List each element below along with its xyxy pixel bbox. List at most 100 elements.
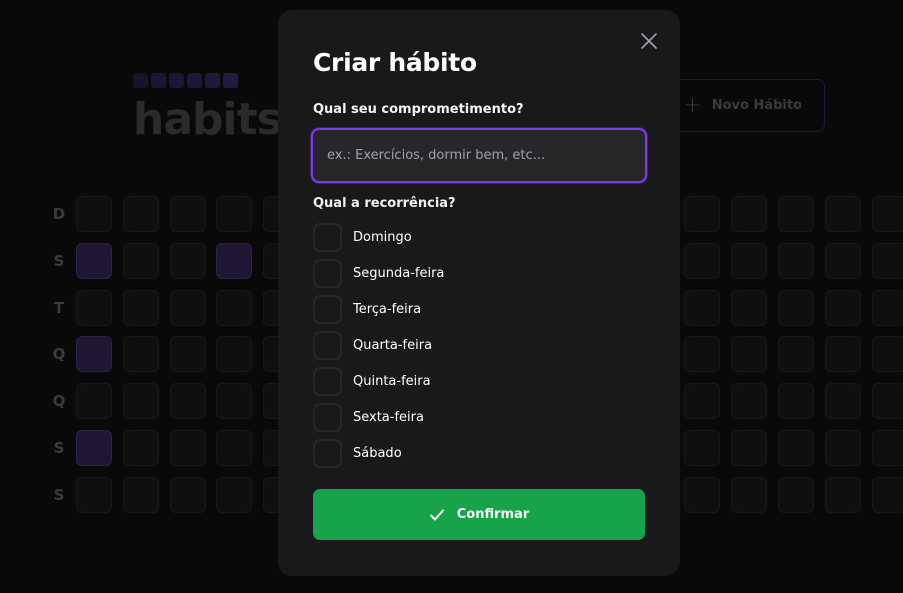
habit-day-cell[interactable] [824,242,861,279]
habit-day-cell[interactable] [871,383,903,420]
day-checkbox[interactable] [313,367,342,396]
new-habit-button[interactable]: + Novo Hábito [668,79,825,132]
day-option[interactable]: Quinta-feira [313,367,444,396]
weekday-label: Q [52,392,66,411]
day-option[interactable]: Sábado [313,439,444,468]
recurrence-label: Qual a recorrência? [313,196,456,211]
habit-day-cell[interactable] [824,336,861,373]
habit-day-cell[interactable] [216,430,253,466]
habit-day-cell[interactable] [169,289,206,326]
habit-day-cell[interactable] [731,196,768,232]
habit-day-cell[interactable] [824,196,861,232]
weekday-label: S [53,485,65,504]
day-option[interactable]: Sexta-feira [313,403,444,432]
habit-day-cell[interactable] [731,430,768,466]
habit-day-cell[interactable] [778,289,814,326]
habit-day-cell[interactable] [871,196,903,232]
day-checkbox[interactable] [313,439,342,468]
habit-day-cell[interactable] [684,383,721,420]
habit-day-cell[interactable] [778,196,814,232]
habit-day-cell[interactable] [731,289,768,326]
habit-day-cell[interactable] [216,476,253,513]
day-checkbox[interactable] [313,259,342,288]
day-label: Segunda-feira [353,266,445,281]
habit-day-cell[interactable] [731,383,768,420]
habit-day-cell[interactable] [731,476,768,513]
habit-day-cell[interactable] [122,383,159,420]
habit-day-cell[interactable] [169,336,206,373]
day-checkbox[interactable] [313,223,342,252]
habit-day-cell[interactable] [122,430,159,466]
day-option[interactable]: Quarta-feira [313,331,444,360]
habit-day-cell[interactable] [684,336,721,373]
day-label: Sexta-feira [353,410,424,425]
day-label: Terça-feira [353,302,422,317]
logo-text: habits [133,94,283,145]
weekday-label: S [53,438,65,457]
habit-day-cell[interactable] [122,242,159,279]
habit-day-cell[interactable] [169,430,206,466]
weekday-label: S [53,251,65,270]
habit-day-cell[interactable] [122,336,159,373]
logo-block [223,73,238,88]
day-option[interactable]: Terça-feira [313,295,444,324]
habit-day-cell[interactable] [684,430,721,466]
logo-block [169,73,184,88]
habit-day-cell[interactable] [871,242,903,279]
habit-day-cell[interactable] [731,336,768,373]
habit-day-cell[interactable] [122,196,159,232]
close-button[interactable] [640,32,658,50]
day-checkbox[interactable] [313,295,342,324]
habit-day-cell[interactable] [216,196,253,232]
habit-day-cell[interactable] [684,476,721,513]
habit-day-cell[interactable] [778,430,814,466]
habit-day-cell[interactable] [824,289,861,326]
habit-day-cell[interactable] [731,242,768,279]
logo-block [151,73,166,88]
day-label: Domingo [353,230,412,245]
habit-day-cell[interactable] [778,476,814,513]
habit-day-cell[interactable] [76,196,112,232]
habit-day-cell[interactable] [778,336,814,373]
day-checkbox[interactable] [313,403,342,432]
day-label: Quarta-feira [353,338,433,353]
weekday-label: T [53,298,65,317]
habit-day-cell[interactable] [76,336,112,373]
habit-day-cell[interactable] [169,196,206,232]
habit-day-cell[interactable] [684,196,721,232]
habit-day-cell[interactable] [871,430,903,466]
habit-day-cell[interactable] [871,336,903,373]
habit-day-cell[interactable] [871,476,903,513]
habit-day-cell[interactable] [824,476,861,513]
habit-day-cell[interactable] [216,289,253,326]
habit-day-cell[interactable] [216,383,253,420]
habit-day-cell[interactable] [824,430,861,466]
day-option[interactable]: Segunda-feira [313,259,444,288]
habit-day-cell[interactable] [778,383,814,420]
check-icon [429,509,444,520]
habit-day-cell[interactable] [76,383,112,420]
confirm-label: Confirmar [456,507,530,522]
habit-day-cell[interactable] [122,476,159,513]
habit-day-cell[interactable] [76,476,112,513]
habit-day-cell[interactable] [76,289,112,326]
habit-day-cell[interactable] [122,289,159,326]
day-label: Sábado [353,446,402,461]
habit-day-cell[interactable] [76,242,112,279]
habit-day-cell[interactable] [76,430,112,466]
habit-day-cell[interactable] [216,336,253,373]
habit-day-cell[interactable] [824,383,861,420]
commitment-input[interactable] [311,128,647,183]
habit-day-cell[interactable] [778,242,814,279]
habit-day-cell[interactable] [684,242,721,279]
day-option[interactable]: Domingo [313,223,444,252]
habit-day-cell[interactable] [169,242,206,279]
habit-day-cell[interactable] [169,383,206,420]
habit-day-cell[interactable] [216,242,253,279]
habit-day-cell[interactable] [684,289,721,326]
day-checkbox[interactable] [313,331,342,360]
habit-day-cell[interactable] [871,289,903,326]
habit-day-cell[interactable] [169,476,206,513]
commitment-label: Qual seu comprometimento? [313,102,524,117]
confirm-button[interactable]: Confirmar [313,489,645,540]
